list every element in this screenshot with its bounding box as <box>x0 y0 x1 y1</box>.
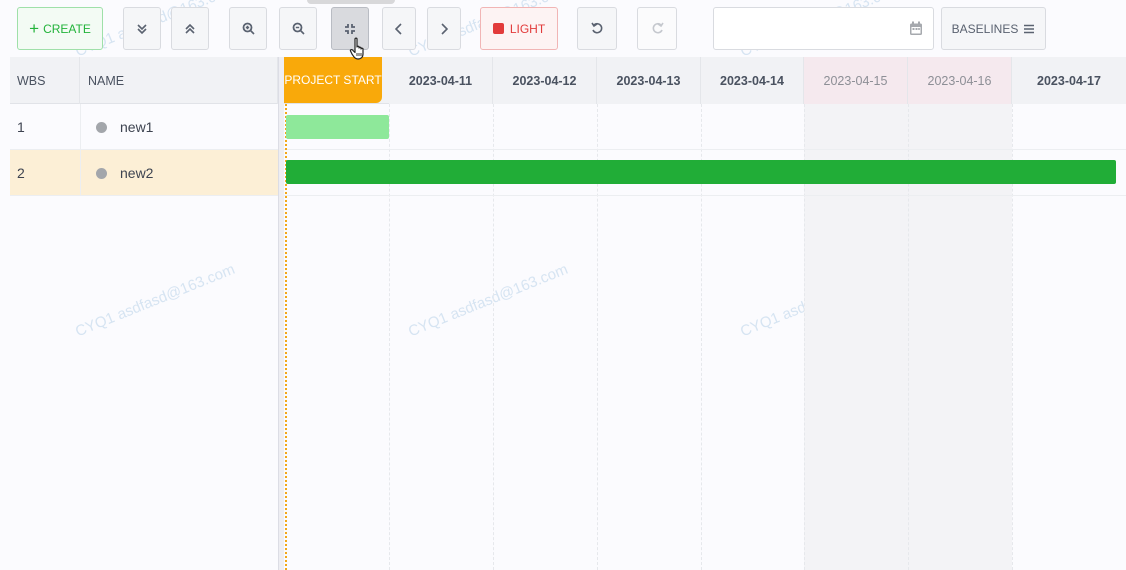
watermark: CYQ1 asdfasd@163.com <box>406 260 571 341</box>
undo-icon <box>590 22 602 34</box>
next-button[interactable] <box>427 7 461 50</box>
table-row-selected[interactable]: 2 new2 <box>10 150 278 196</box>
wbs-column-header[interactable]: WBS <box>10 57 80 104</box>
name-column-header[interactable]: NAME <box>80 57 278 104</box>
watermark: CYQ1 asdfasd@163.com <box>73 260 238 341</box>
create-label: CREATE <box>43 21 91 36</box>
date-header-weekend: 2023-04-16 <box>908 57 1012 104</box>
plus-icon: + <box>29 19 40 38</box>
row-gridline <box>284 149 1126 150</box>
previous-button[interactable] <box>382 7 416 50</box>
date-header: 2023-04-11 <box>389 57 493 104</box>
date-header: 2023-04-13 <box>597 57 701 104</box>
calendar-icon[interactable] <box>909 21 923 36</box>
date-header-weekend: 2023-04-15 <box>804 57 908 104</box>
name-cell: new1 <box>96 104 153 150</box>
expand-all-button[interactable] <box>123 7 161 50</box>
compress-icon <box>345 23 355 34</box>
redo-button[interactable] <box>637 7 677 50</box>
task-bar-new2[interactable] <box>286 160 1116 184</box>
redo-icon <box>652 22 664 34</box>
row-gridline <box>284 195 1126 196</box>
grid-header: WBS NAME <box>10 57 278 104</box>
double-chevron-up-icon <box>185 23 195 34</box>
name-cell: new2 <box>96 150 153 196</box>
zoom-out-button[interactable] <box>279 7 317 50</box>
date-header: 2023-04-14 <box>701 57 804 104</box>
light-theme-button[interactable]: LIGHT <box>480 7 558 50</box>
menu-icon <box>1024 24 1035 33</box>
undo-button[interactable] <box>577 7 617 50</box>
zoom-in-icon <box>242 22 255 35</box>
task-name: new2 <box>120 165 154 181</box>
baselines-label: BASELINES <box>951 21 1019 36</box>
wbs-cell: 1 <box>17 119 25 135</box>
chevron-right-icon <box>441 22 448 35</box>
date-picker-field[interactable] <box>713 7 934 50</box>
create-button[interactable]: + CREATE <box>17 7 103 50</box>
double-chevron-down-icon <box>137 23 147 34</box>
column-divider <box>80 104 81 196</box>
zoom-out-icon <box>292 22 305 35</box>
task-bar-new1[interactable] <box>286 115 389 139</box>
status-dot-icon <box>96 167 107 179</box>
hand-cursor-icon <box>349 37 364 60</box>
date-header: 2023-04-12 <box>493 57 597 104</box>
baselines-button[interactable]: BASELINES <box>941 7 1046 50</box>
project-start-marker: PROJECT START <box>284 57 382 103</box>
status-dot-icon <box>96 121 107 133</box>
wbs-cell: 2 <box>17 165 25 181</box>
date-header: 2023-04-17 <box>1012 57 1126 104</box>
tooltip <box>307 0 395 4</box>
square-icon <box>492 23 504 34</box>
chevron-left-icon <box>395 22 402 35</box>
table-row[interactable]: 1 new1 <box>10 104 278 150</box>
zoom-in-button[interactable] <box>229 7 267 50</box>
gantt-page: CYQ1 asdfasd@163.com CYQ1 asdfasd@163.co… <box>0 0 1126 570</box>
light-label: LIGHT <box>509 21 546 36</box>
task-name: new1 <box>120 119 154 135</box>
collapse-all-button[interactable] <box>171 7 209 50</box>
pane-splitter[interactable] <box>278 57 284 570</box>
